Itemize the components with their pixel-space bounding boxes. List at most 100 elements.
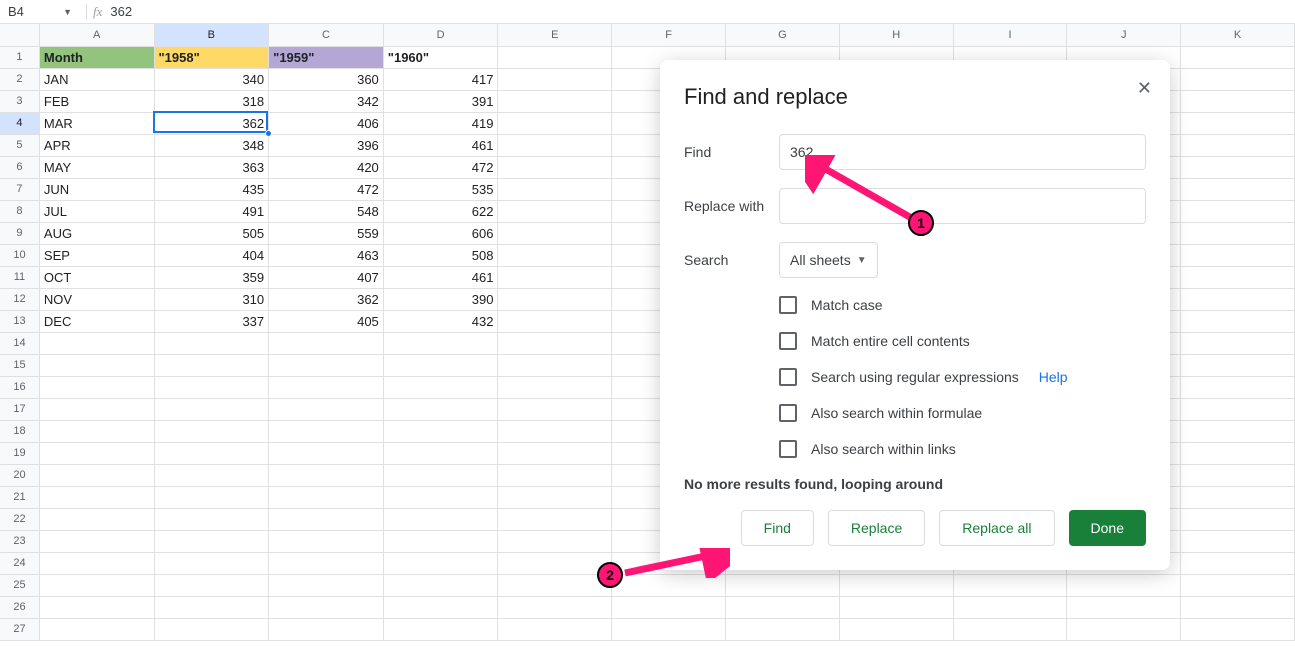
cell[interactable] <box>498 332 612 354</box>
cell[interactable] <box>1181 596 1295 618</box>
cell[interactable]: 406 <box>269 112 384 134</box>
cell[interactable]: 396 <box>269 134 384 156</box>
cell[interactable] <box>269 376 384 398</box>
cell[interactable]: 463 <box>269 244 384 266</box>
cell[interactable] <box>39 464 154 486</box>
row-header-20[interactable]: 20 <box>0 464 39 486</box>
cell[interactable] <box>154 332 269 354</box>
column-header-B[interactable]: B <box>154 24 269 46</box>
cell[interactable] <box>383 508 498 530</box>
row-header-27[interactable]: 27 <box>0 618 39 640</box>
cell[interactable] <box>498 244 612 266</box>
cell[interactable] <box>498 486 612 508</box>
cell[interactable] <box>154 574 269 596</box>
row-header-24[interactable]: 24 <box>0 552 39 574</box>
cell[interactable] <box>383 332 498 354</box>
cell[interactable] <box>269 442 384 464</box>
cell[interactable]: 420 <box>269 156 384 178</box>
cell[interactable] <box>269 398 384 420</box>
cell[interactable]: 491 <box>154 200 269 222</box>
cell[interactable] <box>269 596 384 618</box>
column-header-A[interactable]: A <box>39 24 154 46</box>
cell[interactable] <box>1181 618 1295 640</box>
row-header-17[interactable]: 17 <box>0 398 39 420</box>
cell[interactable] <box>498 420 612 442</box>
formulae-checkbox[interactable] <box>779 404 797 422</box>
cell[interactable]: 404 <box>154 244 269 266</box>
cell[interactable] <box>154 618 269 640</box>
find-button[interactable]: Find <box>741 510 814 546</box>
cell[interactable] <box>269 354 384 376</box>
cell[interactable] <box>498 464 612 486</box>
replace-button[interactable]: Replace <box>828 510 925 546</box>
cell[interactable]: OCT <box>39 266 154 288</box>
cell[interactable]: 391 <box>383 90 498 112</box>
cell[interactable] <box>953 618 1067 640</box>
cell[interactable] <box>1181 420 1295 442</box>
cell[interactable]: 310 <box>154 288 269 310</box>
cell[interactable] <box>1181 398 1295 420</box>
row-header-4[interactable]: 4 <box>0 112 39 134</box>
cell[interactable]: "1960" <box>383 46 498 68</box>
cell[interactable] <box>383 574 498 596</box>
row-header-7[interactable]: 7 <box>0 178 39 200</box>
row-header-5[interactable]: 5 <box>0 134 39 156</box>
cell[interactable] <box>1181 222 1295 244</box>
cell[interactable] <box>154 552 269 574</box>
cell[interactable] <box>383 354 498 376</box>
cell[interactable] <box>154 376 269 398</box>
row-header-9[interactable]: 9 <box>0 222 39 244</box>
cell[interactable]: DEC <box>39 310 154 332</box>
replace-all-button[interactable]: Replace all <box>939 510 1054 546</box>
regex-help-link[interactable]: Help <box>1039 369 1068 385</box>
column-header-K[interactable]: K <box>1181 24 1295 46</box>
done-button[interactable]: Done <box>1069 510 1146 546</box>
cell[interactable] <box>498 398 612 420</box>
cell[interactable]: 342 <box>269 90 384 112</box>
cell[interactable] <box>383 420 498 442</box>
column-header-I[interactable]: I <box>953 24 1067 46</box>
cell[interactable] <box>498 288 612 310</box>
cell[interactable]: 390 <box>383 288 498 310</box>
cell[interactable] <box>39 486 154 508</box>
cell[interactable] <box>498 156 612 178</box>
cell[interactable] <box>39 552 154 574</box>
row-header-14[interactable]: 14 <box>0 332 39 354</box>
cell[interactable] <box>612 596 726 618</box>
cell[interactable] <box>1181 156 1295 178</box>
cell[interactable] <box>383 552 498 574</box>
row-header-1[interactable]: 1 <box>0 46 39 68</box>
cell[interactable] <box>498 552 612 574</box>
cell[interactable] <box>383 464 498 486</box>
cell[interactable]: FEB <box>39 90 154 112</box>
cell[interactable] <box>839 596 953 618</box>
row-header-6[interactable]: 6 <box>0 156 39 178</box>
cell[interactable] <box>269 618 384 640</box>
cell[interactable] <box>498 112 612 134</box>
fill-handle[interactable] <box>265 130 272 137</box>
cell[interactable] <box>1181 178 1295 200</box>
cell[interactable] <box>498 178 612 200</box>
column-header-H[interactable]: H <box>839 24 953 46</box>
find-input[interactable] <box>779 134 1146 170</box>
cell[interactable]: 505 <box>154 222 269 244</box>
row-header-26[interactable]: 26 <box>0 596 39 618</box>
cell[interactable] <box>39 618 154 640</box>
cell[interactable] <box>39 574 154 596</box>
cell[interactable] <box>498 376 612 398</box>
column-header-F[interactable]: F <box>612 24 726 46</box>
cell[interactable] <box>1181 68 1295 90</box>
cell[interactable] <box>498 574 612 596</box>
cell[interactable] <box>269 464 384 486</box>
cell[interactable] <box>1181 288 1295 310</box>
row-header-25[interactable]: 25 <box>0 574 39 596</box>
links-checkbox[interactable] <box>779 440 797 458</box>
cell[interactable]: AUG <box>39 222 154 244</box>
row-header-2[interactable]: 2 <box>0 68 39 90</box>
cell[interactable] <box>154 398 269 420</box>
cell[interactable]: 606 <box>383 222 498 244</box>
cell[interactable] <box>612 618 726 640</box>
cell[interactable]: 405 <box>269 310 384 332</box>
row-header-21[interactable]: 21 <box>0 486 39 508</box>
cell[interactable] <box>269 332 384 354</box>
